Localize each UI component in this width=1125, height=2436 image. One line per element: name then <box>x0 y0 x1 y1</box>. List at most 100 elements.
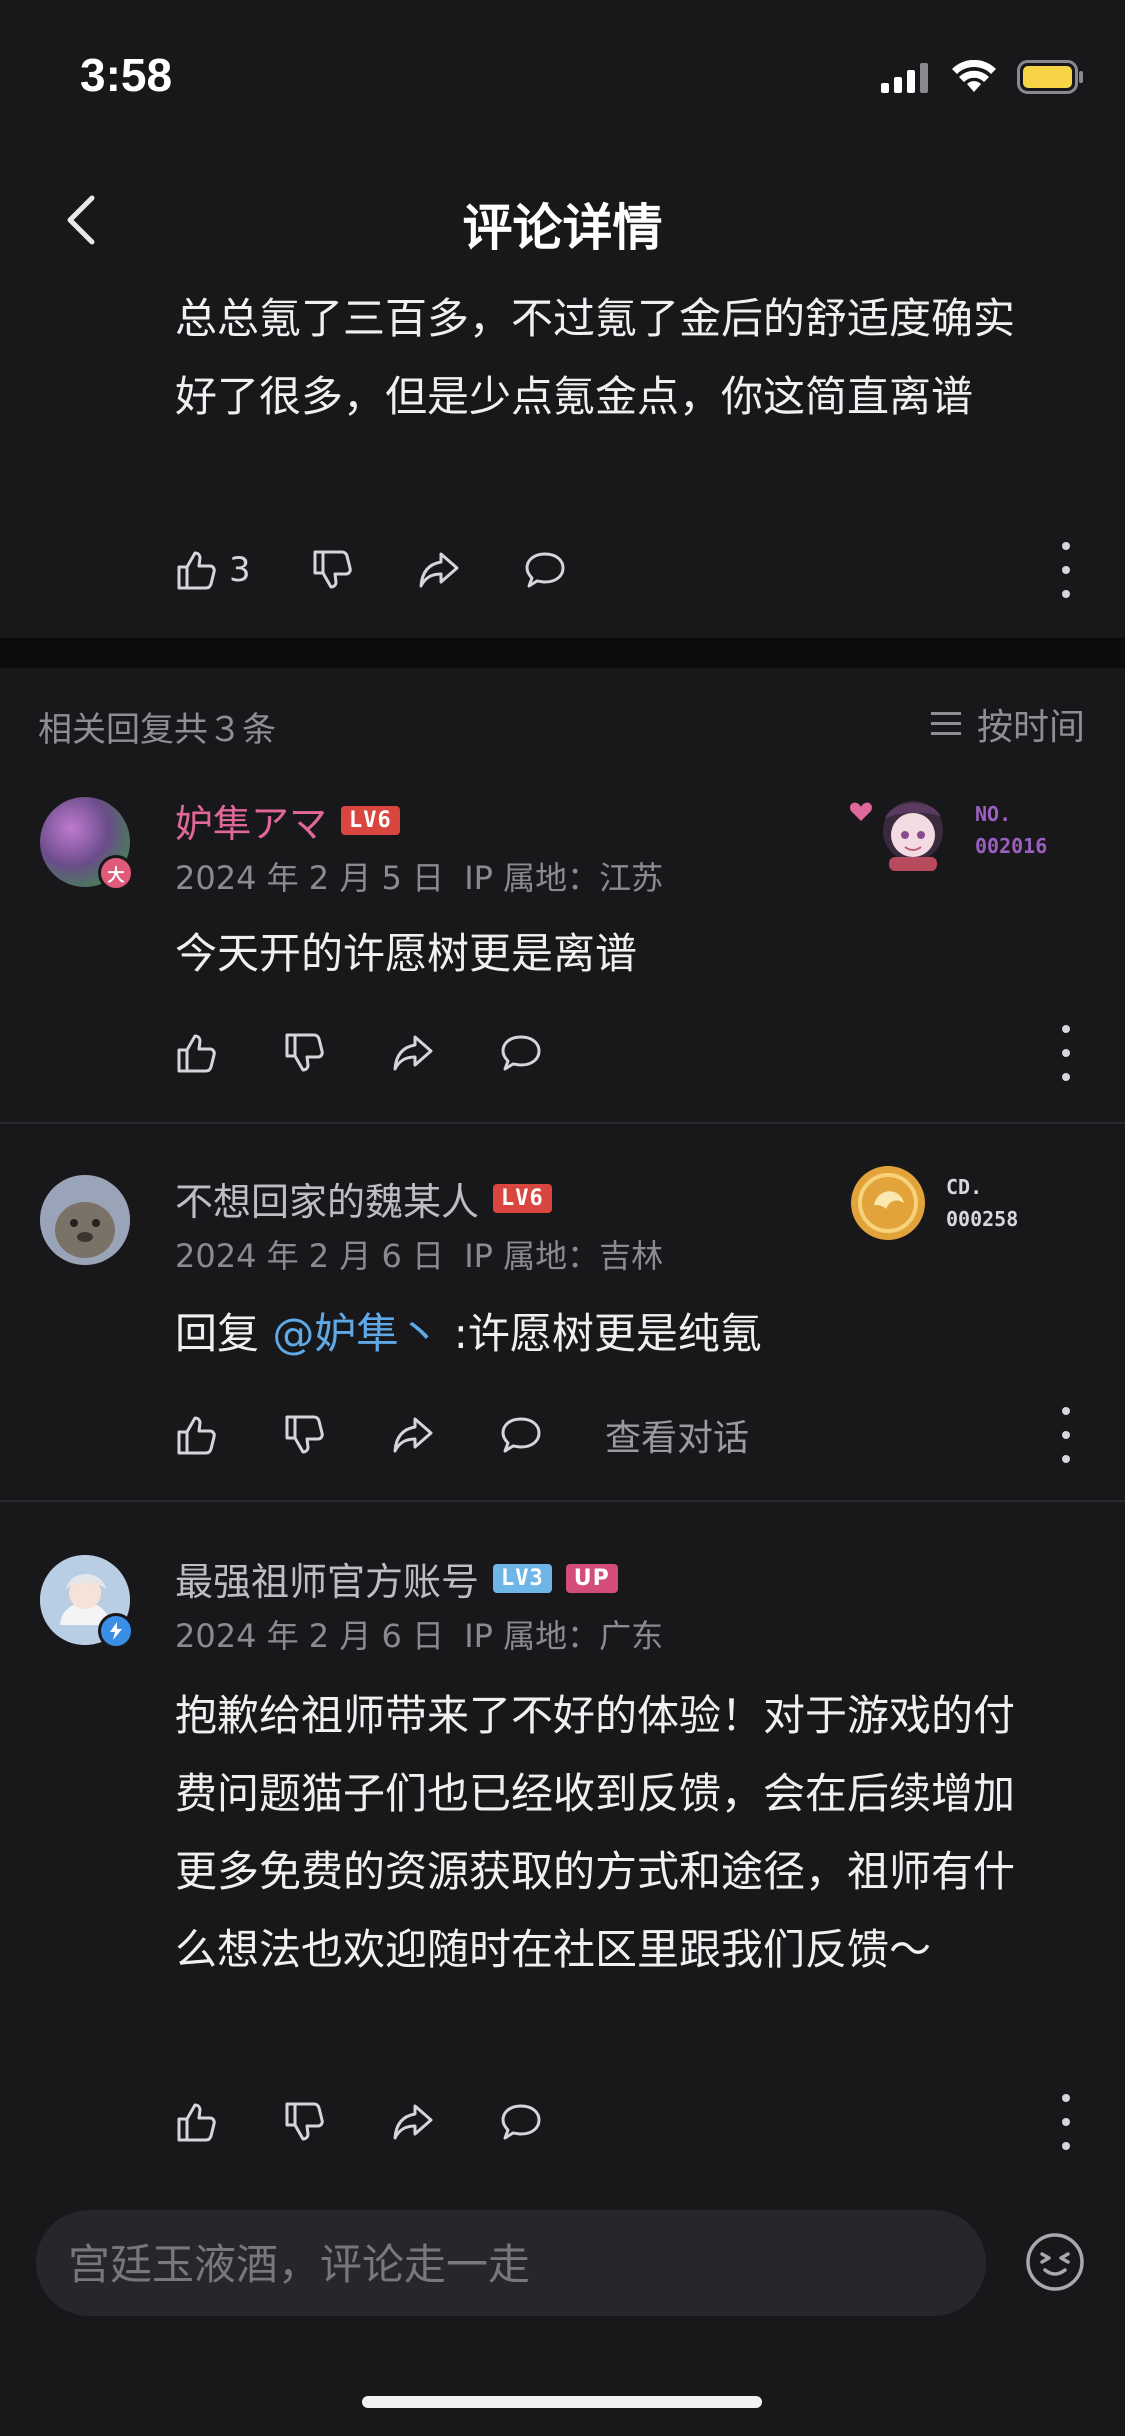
fan-card-number: CD. 000258 <box>946 1175 1019 1231</box>
thumbs-up-icon <box>177 551 216 590</box>
fan-card-number: NO. 002016 <box>975 802 1048 858</box>
comment-text: 回复 @妒隼丶 :许愿树更是纯氪 <box>175 1295 1055 1373</box>
share-icon <box>393 1417 433 1453</box>
like-count: 3 <box>229 550 251 590</box>
username-row: 妒隼アマ LV6 <box>175 793 400 848</box>
comment-input-bar <box>0 2190 1125 2436</box>
like-button[interactable] <box>175 1413 219 1457</box>
replies-header: 相关回复共３条 按时间 <box>0 668 1125 768</box>
level-badge: LV6 <box>493 1184 552 1213</box>
avatar[interactable] <box>40 1555 134 1649</box>
comment-date: 2024 年 2 月 6 日 <box>175 1617 445 1655</box>
like-button[interactable] <box>175 2100 219 2144</box>
more-options-button[interactable] <box>1059 542 1073 598</box>
reply-item: 大 妒隼アマ LV6 2024 年 2 月 5 日 IP 属地：江苏 NO. 0… <box>0 775 1125 1120</box>
comment-input-container <box>36 2210 986 2318</box>
up-badge: UP <box>565 1564 618 1593</box>
mention-link[interactable]: @妒隼丶 <box>272 1309 440 1358</box>
level-badge: LV6 <box>341 806 400 835</box>
level-badge: LV3 <box>493 1564 552 1593</box>
username-row: 最强祖师官方账号 LV3 UP <box>175 1551 618 1606</box>
user-badge-icon: 大 <box>98 855 134 891</box>
thumbs-up-icon <box>177 2103 216 2142</box>
original-comment-actions: 3 <box>175 540 567 600</box>
comment-actions: 查看对话 <box>175 1405 749 1465</box>
dislike-button[interactable] <box>283 2100 327 2144</box>
comment-meta: 2024 年 2 月 6 日 IP 属地：吉林 <box>175 1231 663 1277</box>
reply-body: :许愿树更是纯氪 <box>453 1309 762 1358</box>
username[interactable]: 妒隼アマ <box>175 793 327 848</box>
fan-card-decoration: CD. 000258 <box>850 1165 1018 1241</box>
share-button[interactable] <box>391 2100 435 2144</box>
comment-meta: 2024 年 2 月 6 日 IP 属地：广东 <box>175 1611 663 1657</box>
more-options-button[interactable] <box>1059 2094 1073 2150</box>
divider <box>0 1122 1125 1124</box>
list-sort-icon <box>930 712 961 735</box>
avatar-image-icon <box>40 1175 130 1265</box>
comment-bubble-icon <box>525 552 565 588</box>
thumbs-up-icon <box>177 1416 216 1455</box>
emoji-icon <box>1026 2233 1084 2291</box>
status-bar: 3:58 <box>0 0 1125 140</box>
comment-actions <box>175 1023 543 1083</box>
dislike-button[interactable] <box>311 548 355 592</box>
fan-card-decoration: NO. 002016 <box>845 785 1047 875</box>
comment-bubble-icon <box>501 1035 541 1071</box>
character-sticker-icon <box>850 801 943 871</box>
comment-actions <box>175 2092 543 2152</box>
reply-item: 不想回家的魏某人 LV6 2024 年 2 月 6 日 IP 属地：吉林 CD.… <box>0 1155 1125 1500</box>
reply-button[interactable] <box>523 548 567 592</box>
reply-button[interactable] <box>499 1031 543 1075</box>
view-conversation-link[interactable]: 查看对话 <box>605 1409 749 1461</box>
share-icon <box>393 2104 433 2140</box>
original-comment-text: 总总氪了三百多，不过氪了金后的舒适度确实好了很多，但是少点氪金点，你这简直离谱 <box>175 294 1016 421</box>
reply-prefix: 回复 <box>175 1309 260 1358</box>
wifi-icon <box>952 60 996 92</box>
thumbs-down-icon <box>313 550 352 589</box>
reply-button[interactable] <box>499 2100 543 2144</box>
like-button[interactable] <box>175 1031 219 1075</box>
username[interactable]: 最强祖师官方账号 <box>175 1551 479 1606</box>
comment-text: 今天开的许愿树更是离谱 <box>175 929 638 978</box>
comment-bubble-icon <box>501 2104 541 2140</box>
dislike-button[interactable] <box>283 1031 327 1075</box>
share-button[interactable] <box>391 1413 435 1457</box>
share-button[interactable] <box>417 548 461 592</box>
dislike-button[interactable] <box>283 1413 327 1457</box>
comment-ip: IP 属地：江苏 <box>464 859 664 897</box>
divider <box>0 1500 1125 1502</box>
comment-input[interactable] <box>66 2210 950 2318</box>
verified-lightning-icon <box>98 1613 134 1649</box>
comment-meta: 2024 年 2 月 5 日 IP 属地：江苏 <box>175 853 663 899</box>
like-button[interactable]: 3 <box>175 548 251 592</box>
thumbs-up-icon <box>177 1034 216 1073</box>
username[interactable]: 不想回家的魏某人 <box>175 1171 479 1226</box>
comment-bubble-icon <box>501 1417 541 1453</box>
more-dot-icon <box>1062 1407 1070 1415</box>
reply-item: 最强祖师官方账号 LV3 UP 2024 年 2 月 6 日 IP 属地：广东 … <box>0 1535 1125 2190</box>
replies-count: 相关回复共３条 <box>38 710 276 750</box>
sort-button[interactable]: 按时间 <box>929 698 1085 750</box>
thumbs-down-icon <box>285 1033 324 1072</box>
emoji-button[interactable] <box>1025 2232 1085 2292</box>
thumbs-down-icon <box>285 1415 324 1454</box>
more-dot-icon <box>1062 2094 1070 2102</box>
share-icon <box>393 1035 433 1071</box>
share-button[interactable] <box>391 1031 435 1075</box>
sort-label: 按时间 <box>976 707 1085 748</box>
nav-bar: 评论详情 <box>0 150 1125 280</box>
comment-date: 2024 年 2 月 5 日 <box>175 859 445 897</box>
more-options-button[interactable] <box>1059 1025 1073 1081</box>
more-dot-icon <box>1062 542 1070 550</box>
avatar[interactable] <box>40 1175 130 1265</box>
comment-ip: IP 属地：吉林 <box>464 1237 664 1275</box>
comment-text: 抱歉给祖师带来了不好的体验！对于游戏的付费问题猫子们也已经收到反馈，会在后续增加… <box>175 1691 1016 1974</box>
more-options-button[interactable] <box>1059 1407 1073 1463</box>
original-comment: 总总氪了三百多，不过氪了金后的舒适度确实好了很多，但是少点氪金点，你这简直离谱 … <box>0 280 1125 635</box>
more-dot-icon <box>1062 1025 1070 1033</box>
reply-button[interactable] <box>499 1413 543 1457</box>
avatar[interactable]: 大 <box>40 797 134 891</box>
battery-icon <box>1017 60 1083 94</box>
cellular-signal-icon <box>881 63 928 93</box>
comment-date: 2024 年 2 月 6 日 <box>175 1237 445 1275</box>
